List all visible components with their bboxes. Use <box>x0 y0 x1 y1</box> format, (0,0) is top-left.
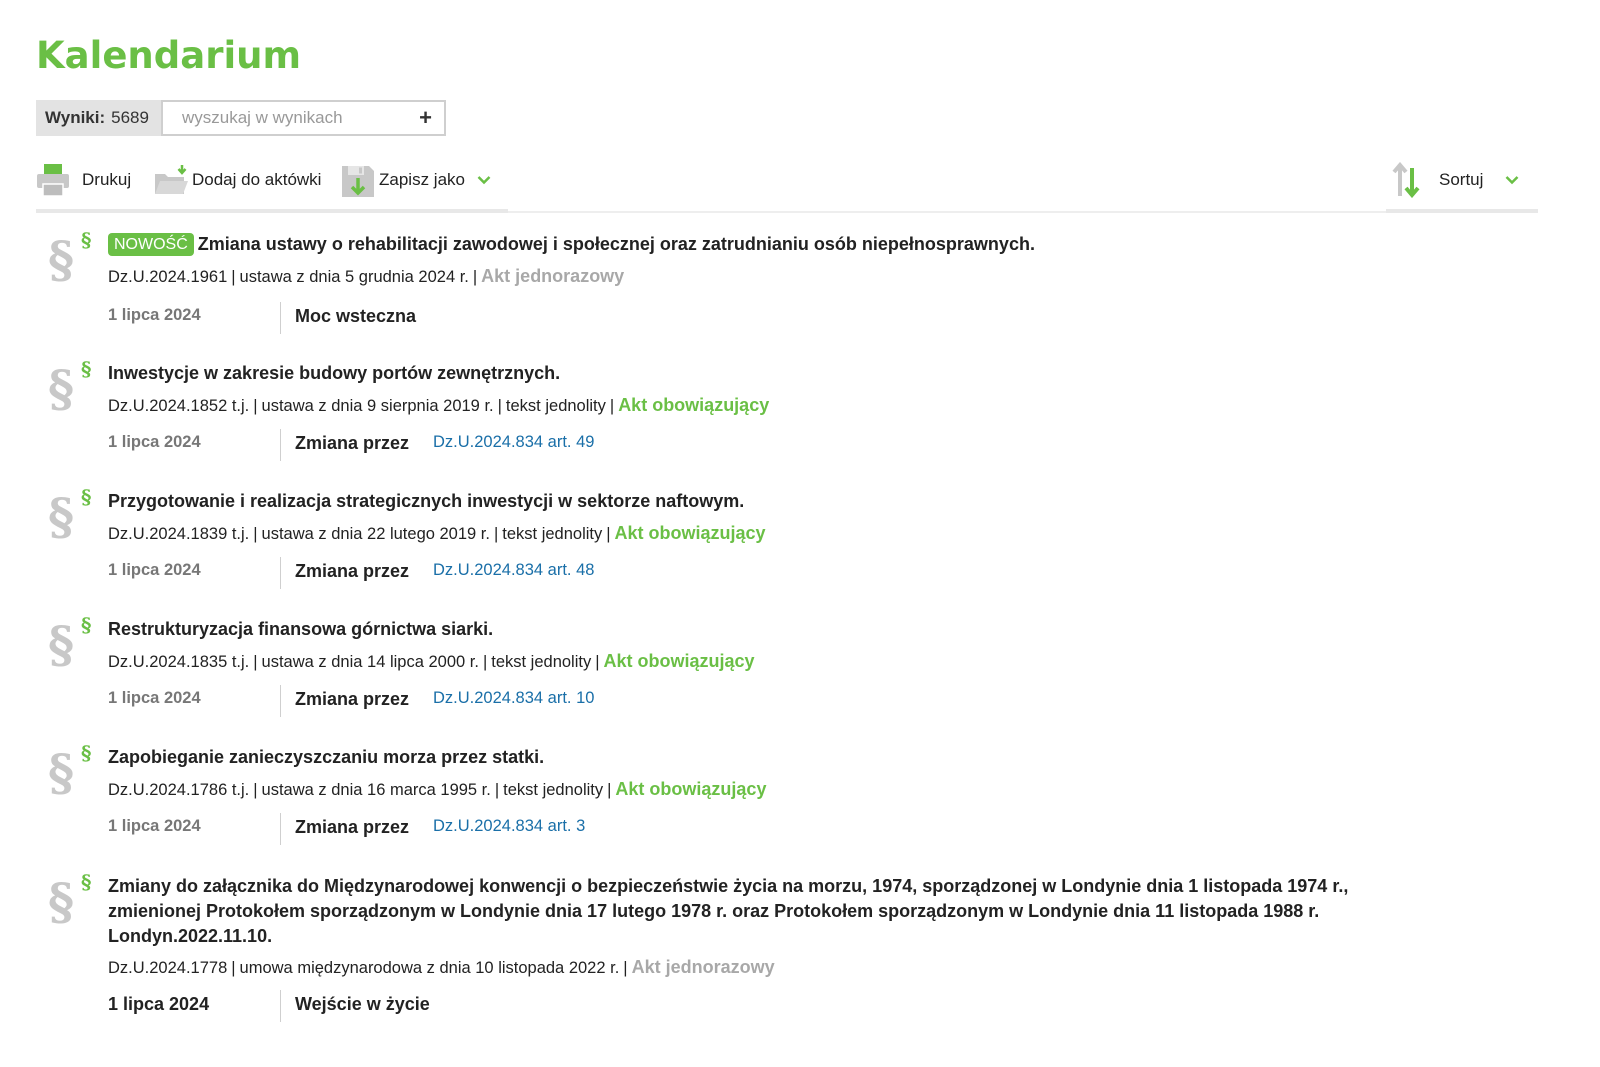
sort-icon <box>1391 162 1421 198</box>
paragraph-icon: § § <box>48 357 92 418</box>
status-label: Akt obowiązujący <box>603 651 755 671</box>
status-label: Akt jednorazowy <box>631 957 775 977</box>
change-date: 1 lipca 2024 <box>108 994 210 1014</box>
entry-title[interactable]: Zmiany do załącznika do Międzynarodowej … <box>108 874 1418 949</box>
chevron-down-icon[interactable] <box>477 175 491 185</box>
entry-meta: Dz.U.2024.1961 | ustawa z dnia 5 grudnia 2… <box>108 266 625 286</box>
change-row: 1 lipca 2024 Wejście w życie <box>108 990 1008 1022</box>
entry-extra: tekst jednolity <box>502 525 603 543</box>
entry-ref: Dz.U.2024.1778 <box>108 959 228 977</box>
chevron-down-icon[interactable] <box>1505 175 1519 185</box>
change-date: 1 lipca 2024 <box>108 306 201 324</box>
toolbar-underline-left <box>36 209 508 213</box>
entry-title[interactable]: Zapobieganie zanieczyszczaniu morza prze… <box>108 745 1418 770</box>
change-date: 1 lipca 2024 <box>108 561 201 579</box>
status-label: Akt obowiązujący <box>618 395 770 415</box>
entry-meta: Dz.U.2024.1786 t.j. | ustawa z dnia 16 mar… <box>108 779 767 799</box>
change-row: 1 lipca 2024 Zmiana przez Dz.U.2024.834 … <box>108 429 1008 461</box>
entry-ref: Dz.U.2024.1786 t.j. <box>108 781 250 799</box>
entry-desc: umowa międzynarodowa z dnia 10 listopada… <box>239 959 620 977</box>
change-type: Zmiana przez <box>295 817 410 837</box>
change-link[interactable]: Dz.U.2024.834 art. 48 <box>433 561 594 580</box>
entry-ref: Dz.U.2024.1839 t.j. <box>108 525 250 543</box>
change-divider <box>280 990 281 1022</box>
change-type: Zmiana przez <box>295 689 410 709</box>
change-date: 1 lipca 2024 <box>108 433 201 451</box>
entry-title[interactable]: Inwestycje w zakresie budowy portów zewn… <box>108 361 1418 386</box>
toolbar-underline-right <box>1386 209 1538 213</box>
change-link[interactable]: Dz.U.2024.834 art. 10 <box>433 689 594 708</box>
results-label: Wyniki: <box>45 108 106 127</box>
entry-ref: Dz.U.2024.1852 t.j. <box>108 397 250 415</box>
page-title: Kalendarium <box>36 34 302 77</box>
change-type: Zmiana przez <box>295 561 410 581</box>
search-input[interactable] <box>162 108 402 128</box>
change-row: 1 lipca 2024 Zmiana przez Dz.U.2024.834 … <box>108 813 1008 845</box>
sort-label: Sortuj <box>1439 170 1484 189</box>
status-label: Akt obowiązujący <box>615 779 767 799</box>
entry-extra: tekst jednolity <box>491 653 592 671</box>
paragraph-icon: § § <box>48 741 92 802</box>
search-box: + <box>160 100 446 136</box>
change-link[interactable]: Dz.U.2024.834 art. 3 <box>433 817 585 836</box>
entry-ref: Dz.U.2024.1835 t.j. <box>108 653 250 671</box>
printer-icon <box>36 163 70 197</box>
paragraph-icon: § § <box>48 228 92 289</box>
change-divider <box>280 813 281 845</box>
new-badge: NOWOŚĆ <box>108 233 194 256</box>
results-count: Wyniki: 5689 <box>36 100 161 136</box>
entry-title[interactable]: NOWOŚĆ Zmiana ustawy o rehabilitacji zawo… <box>108 232 1418 257</box>
save-as-label: Zapisz jako <box>379 170 465 189</box>
results-search-bar: Wyniki: 5689 + <box>36 100 446 136</box>
paragraph-icon: § § <box>48 613 92 674</box>
entry-meta: Dz.U.2024.1778 | umowa międzynarodowa z dn… <box>108 957 775 977</box>
entry-desc: ustawa z dnia 16 marca 1995 r. <box>261 781 491 799</box>
change-type: Moc wsteczna <box>295 306 417 326</box>
change-divider <box>280 429 281 461</box>
change-row: 1 lipca 2024 Zmiana przez Dz.U.2024.834 … <box>108 557 1008 589</box>
add-to-folder-button[interactable]: Dodaj do aktówki <box>154 160 321 200</box>
sort-button[interactable]: Sortuj <box>1391 160 1519 200</box>
entry-extra: tekst jednolity <box>503 781 604 799</box>
entry-desc: ustawa z dnia 5 grudnia 2024 r. <box>239 268 469 286</box>
save-as-button[interactable]: Zapisz jako <box>341 160 491 200</box>
change-row: 1 lipca 2024 Moc wsteczna <box>108 302 1008 334</box>
change-date: 1 lipca 2024 <box>108 689 201 707</box>
results-value: 5689 <box>111 108 149 127</box>
change-divider <box>280 685 281 717</box>
paragraph-icon: § § <box>48 870 92 931</box>
paragraph-icon: § § <box>48 485 92 546</box>
add-search-button[interactable]: + <box>419 107 432 129</box>
entry-desc: ustawa z dnia 14 lipca 2000 r. <box>261 653 479 671</box>
add-to-folder-label: Dodaj do aktówki <box>192 170 322 189</box>
entry-extra: tekst jednolity <box>505 397 606 415</box>
save-disk-icon <box>341 162 375 198</box>
change-divider <box>280 557 281 589</box>
entry-meta: Dz.U.2024.1839 t.j. | ustawa z dnia 22 lut… <box>108 523 766 543</box>
print-label: Drukuj <box>82 170 132 189</box>
status-label: Akt obowiązujący <box>614 523 766 543</box>
entry-desc: ustawa z dnia 22 lutego 2019 r. <box>261 525 490 543</box>
print-button[interactable]: Drukuj <box>36 160 131 200</box>
status-label: Akt jednorazowy <box>481 266 625 286</box>
entry-meta: Dz.U.2024.1852 t.j. | ustawa z dnia 9 sier… <box>108 395 770 415</box>
folder-add-icon <box>154 164 188 196</box>
change-date: 1 lipca 2024 <box>108 817 201 835</box>
entry-title[interactable]: Przygotowanie i realizacja strategicznyc… <box>108 489 1418 514</box>
change-type: Wejście w życie <box>295 994 430 1014</box>
change-link[interactable]: Dz.U.2024.834 art. 49 <box>433 433 594 452</box>
change-type: Zmiana przez <box>295 433 410 453</box>
change-divider <box>280 302 281 334</box>
entry-desc: ustawa z dnia 9 sierpnia 2019 r. <box>261 397 494 415</box>
toolbar: Drukuj Dodaj do aktówki Zapisz jako Sort… <box>36 160 1538 214</box>
change-row: 1 lipca 2024 Zmiana przez Dz.U.2024.834 … <box>108 685 1008 717</box>
entry-title[interactable]: Restrukturyzacja finansowa górnictwa sia… <box>108 617 1418 642</box>
entry-meta: Dz.U.2024.1835 t.j. | ustawa z dnia 14 lip… <box>108 651 755 671</box>
entry-ref: Dz.U.2024.1961 <box>108 268 228 286</box>
